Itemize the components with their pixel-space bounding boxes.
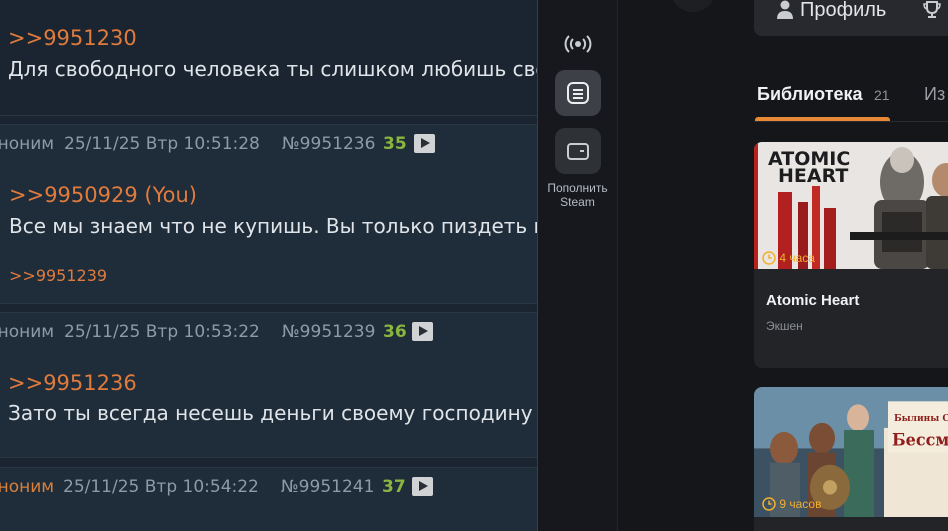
- post-text: Все мы знаем что не купишь. Вы только пи…: [9, 214, 538, 238]
- news-icon: [567, 82, 589, 104]
- tab-library[interactable]: Библиотека: [757, 84, 863, 105]
- post-header: Аноним 25/11/25 Втр 10:51:28 №9951236 35: [0, 125, 538, 163]
- post-9951239: Аноним 25/11/25 Втр 10:53:22 №9951239 36…: [0, 312, 538, 458]
- cover-logo-line2: Бессмерт: [892, 430, 948, 449]
- game-title: Atomic Heart: [766, 292, 860, 309]
- steam-sidebar: Пополнить Steam: [538, 0, 617, 531]
- poster-name: Аноним: [0, 134, 55, 154]
- cover-logo-line2: HEART: [778, 165, 848, 187]
- avatar[interactable]: [670, 0, 716, 12]
- post-header: Аноним 25/11/25 Втр 10:54:22 №9951241 37: [0, 468, 538, 506]
- broadcast-icon: [564, 35, 592, 53]
- post-counter: 37: [382, 477, 406, 497]
- game-cover-image: ATOMIC HEART: [754, 142, 948, 269]
- clock-icon: [762, 497, 776, 511]
- play-icon[interactable]: [412, 477, 433, 496]
- play-icon[interactable]: [412, 322, 433, 341]
- trophy-icon[interactable]: [922, 0, 942, 20]
- game-genre: Экшен: [766, 319, 803, 333]
- user-icon: [777, 0, 793, 19]
- tabs-divider: [754, 121, 948, 122]
- post-date: 25/11/25 Втр 10:51:28: [64, 134, 260, 154]
- library-count-badge: 21: [874, 87, 890, 103]
- clock-icon: [762, 251, 776, 265]
- broadcast-button[interactable]: [555, 21, 601, 67]
- poster-name: Аноним: [0, 322, 55, 342]
- profile-label: Профиль: [800, 0, 887, 21]
- post-counter: 35: [383, 134, 407, 154]
- playtime-label: 9 часов: [779, 497, 822, 511]
- backlink[interactable]: >>9951239: [9, 266, 107, 285]
- post-number[interactable]: №9951239: [282, 313, 375, 351]
- post-text: Зато ты всегда несешь деньги своему госп…: [8, 401, 538, 425]
- playtime: 9 часов: [762, 497, 821, 511]
- post-9951241: Аноним 25/11/25 Втр 10:54:22 №9951241 37: [0, 467, 538, 531]
- news-button[interactable]: [555, 70, 601, 116]
- playtime-label: 4 часа: [779, 251, 815, 265]
- tab-wishlist[interactable]: Из: [924, 84, 945, 105]
- wallet-icon: [567, 143, 589, 160]
- box-icon: [566, 0, 590, 3]
- poster-name: Аноним: [0, 477, 55, 497]
- thread-pane: >>9951230 Для свободного человека ты сли…: [0, 0, 538, 531]
- post-date: 25/11/25 Втр 10:54:22: [63, 477, 259, 497]
- library-panel: Профиль Библиотека 21 Из ATOMIC HEART 4 …: [618, 0, 948, 531]
- rail-button-top[interactable]: [555, 0, 601, 14]
- post-number[interactable]: №9951236: [282, 125, 375, 163]
- post-header: Аноним 25/11/25 Втр 10:53:22 №9951239 36: [0, 313, 538, 351]
- post-number[interactable]: №9951241: [281, 468, 374, 506]
- cover-logo-line1: Былины Святой: [894, 413, 948, 424]
- post-counter: 36: [383, 322, 407, 342]
- game-card-atomic-heart[interactable]: ATOMIC HEART 4 часа Atomic Heart Экшен: [754, 142, 948, 368]
- wallet-button[interactable]: [555, 128, 601, 174]
- wallet-caption[interactable]: Пополнить Steam: [538, 181, 617, 209]
- post-9951236: Аноним 25/11/25 Втр 10:51:28 №9951236 35…: [0, 124, 538, 304]
- post-9951236-parent: >>9951230 Для свободного человека ты сли…: [0, 0, 538, 116]
- post-text: Для свободного человека ты слишком любиш…: [8, 57, 538, 81]
- reply-link[interactable]: >>9951230: [8, 26, 137, 50]
- post-date: 25/11/25 Втр 10:53:22: [64, 322, 260, 342]
- reply-link[interactable]: >>9950929 (You): [9, 183, 197, 207]
- play-icon[interactable]: [414, 134, 435, 153]
- reply-link[interactable]: >>9951236: [8, 371, 137, 395]
- wallet-caption-line1: Пополнить: [547, 181, 608, 195]
- wallet-caption-line2: Steam: [560, 195, 595, 209]
- profile-button[interactable]: Профиль: [754, 0, 948, 36]
- playtime: 4 часа: [762, 251, 815, 265]
- game-card-2[interactable]: Былины Святой Бессмерт 9 часов: [754, 387, 948, 531]
